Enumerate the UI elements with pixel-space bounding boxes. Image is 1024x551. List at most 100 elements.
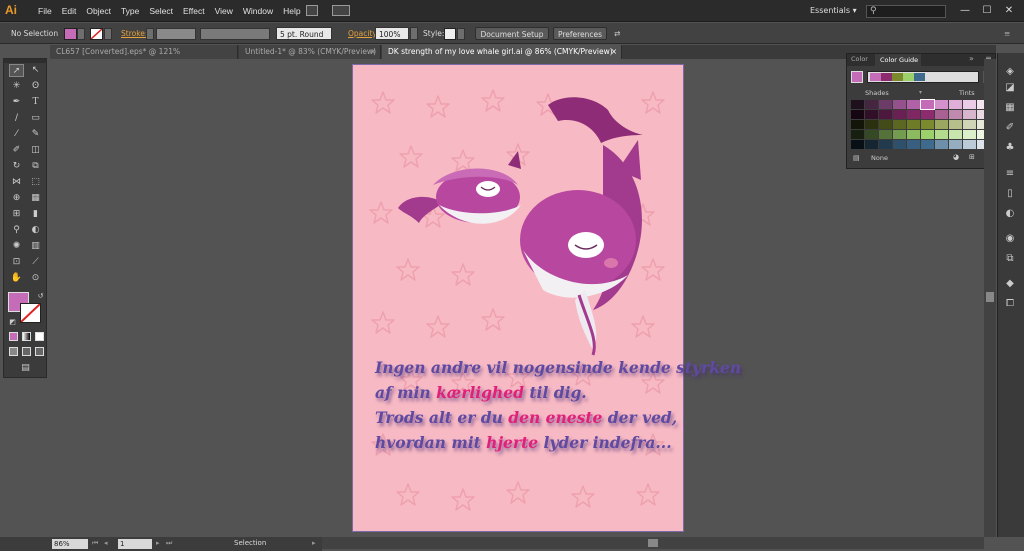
swatch-library-icon[interactable]: ▤ xyxy=(853,154,860,162)
color-variation-swatch[interactable] xyxy=(879,100,892,109)
color-variation-swatch[interactable] xyxy=(963,140,976,149)
previous-artboard-icon[interactable]: ◂ xyxy=(104,539,108,547)
stroke-color-box[interactable] xyxy=(20,303,41,323)
color-variation-swatch[interactable] xyxy=(879,110,892,119)
harmony-swatch[interactable] xyxy=(870,73,881,81)
transparency-icon[interactable]: ◐ xyxy=(1003,208,1017,220)
color-variation-swatch[interactable] xyxy=(879,140,892,149)
default-colors-icon[interactable]: ◩ xyxy=(5,316,20,329)
color-variation-swatch[interactable] xyxy=(893,120,906,129)
color-variation-swatch[interactable] xyxy=(907,100,920,109)
artboard-number-field[interactable]: 1 xyxy=(118,539,152,549)
selection-tool-icon[interactable]: ➚ xyxy=(9,64,24,77)
layers-icon[interactable]: ◆ xyxy=(1003,278,1017,290)
color-variation-swatch[interactable] xyxy=(865,120,878,129)
workspace-switcher[interactable]: Essentials ▾ xyxy=(810,0,857,22)
color-variation-swatch[interactable] xyxy=(963,130,976,139)
blob-brush-tool-icon[interactable]: ✐ xyxy=(9,144,24,157)
menu-select[interactable]: Select xyxy=(144,0,178,22)
menu-view[interactable]: View xyxy=(210,0,238,22)
type-tool-icon[interactable]: T xyxy=(28,96,43,109)
color-variation-swatch[interactable] xyxy=(851,130,864,139)
tab-close-icon[interactable]: × xyxy=(611,45,617,59)
color-mode-icon[interactable] xyxy=(9,332,18,341)
gradient-tool-icon[interactable]: ▮ xyxy=(28,208,43,221)
color-variation-swatch[interactable] xyxy=(907,140,920,149)
column-graph-tool-icon[interactable]: ▥ xyxy=(28,240,43,253)
tab-close-icon[interactable]: × xyxy=(370,45,376,59)
harmony-swatch[interactable] xyxy=(881,73,892,81)
eyedropper-tool-icon[interactable]: ⚲ xyxy=(9,224,24,237)
color-variation-swatch[interactable] xyxy=(893,100,906,109)
color-variation-swatch[interactable] xyxy=(949,110,962,119)
width-tool-icon[interactable]: ⋈ xyxy=(9,176,24,189)
panel-collapse-icon[interactable]: » xyxy=(969,54,974,63)
maximize-button[interactable]: ☐ xyxy=(980,4,994,18)
stroke-label[interactable]: Stroke: xyxy=(121,27,147,40)
tab-color-guide[interactable]: Color Guide xyxy=(875,54,921,66)
color-variation-swatch[interactable] xyxy=(893,140,906,149)
color-variation-swatch[interactable] xyxy=(935,140,948,149)
color-variation-swatch[interactable] xyxy=(921,140,934,149)
tab-cl657[interactable]: CL657 [Converted].eps* @ 121% (CMYK/Prev… xyxy=(50,45,238,70)
color-variation-swatch[interactable] xyxy=(963,110,976,119)
stroke-icon[interactable]: ≡ xyxy=(1003,168,1017,180)
menu-edit[interactable]: Edit xyxy=(57,0,82,22)
draw-normal-icon[interactable] xyxy=(9,347,18,356)
preferences-button[interactable]: Preferences xyxy=(553,27,607,40)
vertical-scroll-thumb[interactable] xyxy=(986,292,994,302)
color-variation-swatch[interactable] xyxy=(921,130,934,139)
pencil-tool-icon[interactable]: ✎ xyxy=(28,128,43,141)
base-color-swatch[interactable] xyxy=(851,71,863,83)
scale-tool-icon[interactable]: ⧉ xyxy=(28,160,43,173)
slice-tool-icon[interactable]: ⟋ xyxy=(28,256,43,269)
horizontal-scroll-thumb[interactable] xyxy=(648,539,658,547)
color-panel-icon[interactable]: ◈ xyxy=(1003,66,1017,78)
symbol-sprayer-tool-icon[interactable]: ✺ xyxy=(9,240,24,253)
artboards-icon[interactable]: ⧠ xyxy=(1003,298,1017,310)
color-variation-swatch[interactable] xyxy=(907,120,920,129)
artboard-tool-icon[interactable]: ⊡ xyxy=(9,256,24,269)
zoom-field[interactable]: 86% xyxy=(52,539,88,549)
next-artboard-icon[interactable]: ▸ xyxy=(156,539,160,547)
harmony-swatch[interactable] xyxy=(892,73,903,81)
color-variation-swatch[interactable] xyxy=(893,110,906,119)
first-artboard-icon[interactable]: ⏮ xyxy=(92,539,98,548)
status-mode[interactable]: Selection xyxy=(234,539,266,547)
save-color-group-icon[interactable]: ⊞ xyxy=(969,153,975,161)
stroke-weight-stepper[interactable] xyxy=(146,28,154,40)
zoom-tool-icon[interactable]: ⊙ xyxy=(28,272,43,285)
magic-wand-tool-icon[interactable]: ✳ xyxy=(9,80,24,93)
status-menu-icon[interactable]: ▸ xyxy=(312,539,316,547)
eraser-tool-icon[interactable]: ◫ xyxy=(28,144,43,157)
blend-tool-icon[interactable]: ◐ xyxy=(28,224,43,237)
menu-object[interactable]: Object xyxy=(81,0,116,22)
menu-help[interactable]: Help xyxy=(278,0,305,22)
symbols-icon[interactable]: ♣ xyxy=(1003,142,1017,154)
panel-menu-icon[interactable]: ≡ xyxy=(1004,27,1010,40)
color-variation-swatch[interactable] xyxy=(921,120,934,129)
vertical-scrollbar[interactable] xyxy=(984,59,996,537)
mesh-tool-icon[interactable]: ⊞ xyxy=(9,208,24,221)
variable-width-profile[interactable] xyxy=(200,28,270,40)
arrange-icon[interactable]: ⇄ xyxy=(614,27,628,40)
color-variation-swatch[interactable] xyxy=(851,120,864,129)
harmony-swatch[interactable] xyxy=(914,73,925,81)
color-variation-swatch[interactable] xyxy=(851,110,864,119)
lasso-tool-icon[interactable]: ʘ xyxy=(28,80,43,93)
color-variation-swatch[interactable] xyxy=(949,120,962,129)
shape-builder-tool-icon[interactable]: ⊕ xyxy=(9,192,24,205)
color-variation-swatch[interactable] xyxy=(865,140,878,149)
style-swatch[interactable] xyxy=(444,28,456,40)
perspective-grid-tool-icon[interactable]: ▦ xyxy=(28,192,43,205)
free-transform-tool-icon[interactable]: ⬚ xyxy=(28,176,43,189)
menu-type[interactable]: Type xyxy=(116,0,144,22)
color-variation-swatch[interactable] xyxy=(879,130,892,139)
color-variation-swatch[interactable] xyxy=(963,100,976,109)
toolbox-grip[interactable] xyxy=(4,59,46,63)
color-variation-swatch[interactable] xyxy=(963,120,976,129)
swap-colors-icon[interactable]: ↺ xyxy=(33,290,48,303)
harmony-swatch[interactable] xyxy=(903,73,914,81)
draw-behind-icon[interactable] xyxy=(22,347,31,356)
opacity-input[interactable]: 100% xyxy=(375,27,409,40)
